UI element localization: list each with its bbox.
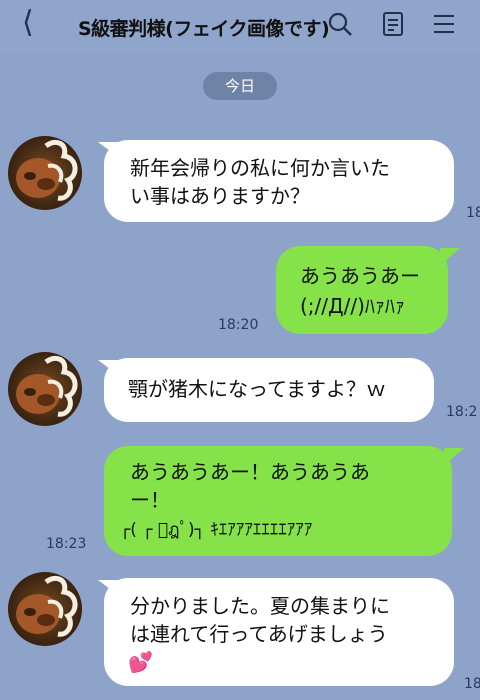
message-text: あうあうあー！あうあうあ (130, 460, 370, 484)
message-text: い事はありますか？ (130, 184, 310, 208)
message-time: 18:2 (446, 404, 478, 420)
avatar[interactable] (8, 572, 82, 646)
avatar[interactable] (8, 352, 82, 426)
message-bubble-outgoing[interactable]: あうあうあー！あうあうあ ー！ ┌( ┌ ﾟฎﾟ)┐ ｷｴｱｱｱｴｴｴｴｱｱｱ (104, 446, 452, 556)
message-text: 顎が猪木になってますよ？ｗ (128, 377, 386, 401)
message-text: ┌( ┌ ﾟฎﾟ)┐ ｷｴｱｱｱｴｴｴｴｱｱｱ (120, 520, 313, 540)
chat-header: ⟨ S級審判様(フェイク画像です) (0, 0, 480, 52)
message-bubble-incoming[interactable]: 分かりました。夏の集まりに は連れて行ってあげましょう 💕 (104, 578, 454, 686)
message-bubble-outgoing[interactable]: あうあうあー (;//Д//)ﾊｧﾊｧ (276, 246, 448, 334)
message-bubble-incoming[interactable]: 顎が猪木になってますよ？ｗ (104, 358, 434, 422)
bubble-tail (98, 360, 122, 378)
message-time: 18: (466, 205, 480, 221)
date-separator: 今日 (203, 72, 277, 100)
bubble-tail (98, 580, 122, 598)
message-text: 新年会帰りの私に何か言いた (130, 156, 390, 180)
notes-icon[interactable] (381, 10, 405, 38)
message-text: あうあうあー (300, 264, 420, 288)
message-text: は連れて行ってあげましょう (130, 622, 388, 646)
message-text: (;//Д//)ﾊｧﾊｧ (300, 294, 405, 318)
chat-title: S級審判様(フェイク画像です) (78, 18, 330, 40)
message-text: ー！ (130, 488, 170, 512)
bubble-tail (444, 448, 464, 466)
message-time: 18:23 (46, 536, 87, 552)
message-time: 18: (464, 676, 480, 692)
heart-emoji: 💕 (128, 650, 153, 674)
message-bubble-incoming[interactable]: 新年会帰りの私に何か言いた い事はありますか？ (104, 140, 454, 222)
bubble-tail (98, 142, 122, 160)
message-text: 分かりました。夏の集まりに (130, 594, 390, 618)
back-chevron-icon[interactable]: ⟨ (22, 8, 34, 38)
avatar[interactable] (8, 136, 82, 210)
bubble-tail (440, 248, 460, 266)
menu-icon[interactable] (432, 10, 456, 38)
message-time: 18:20 (218, 317, 259, 333)
search-icon[interactable] (326, 10, 354, 38)
